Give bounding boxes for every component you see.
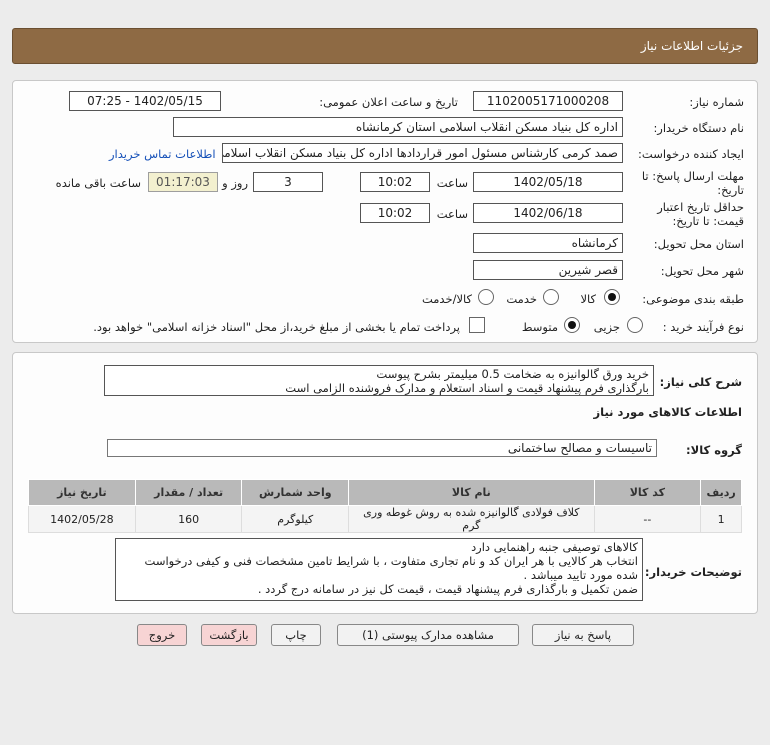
items-table: ردیف کد کالا نام کالا واحد شمارش تعداد /… (28, 479, 742, 533)
remaining-time-field: 01:17:03 (148, 172, 218, 192)
buyer-org-field: اداره کل بنیاد مسکن انقلاب اسلامی استان … (173, 117, 623, 137)
col-name-header: نام کالا (348, 479, 595, 506)
items-heading: اطلاعات کالاهای مورد نیاز (593, 405, 742, 419)
treasury-payment-checkbox[interactable] (469, 317, 485, 333)
buyer-note-line-3: شده مورد تایید میباشد . (523, 568, 638, 582)
validity-time-label: ساعت (436, 207, 468, 221)
goods-group-field: تاسیسات و مصالح ساختمانی (107, 439, 657, 457)
category-service-label: خدمت (506, 292, 537, 306)
category-label: طبقه بندی موضوعی: (642, 292, 744, 306)
buyer-org-label: نام دستگاه خریدار: (653, 121, 744, 135)
summary-line-1: خرید ورق گالوانیزه به ضخامت 0.5 میلیمتر … (376, 367, 649, 381)
process-partial-radio[interactable] (627, 317, 643, 333)
reply-to-need-button[interactable]: پاسخ به نیاز (532, 624, 634, 646)
reply-date-field: 1402/05/18 (473, 172, 623, 192)
need-number-field: 1102005171000208 (473, 91, 623, 111)
col-unit-header: واحد شمارش (241, 479, 350, 506)
col-date-header: تاریخ نیاز (28, 479, 136, 506)
print-button[interactable]: چاپ (271, 624, 321, 646)
remaining-days-field: 3 (253, 172, 323, 192)
validity-date-field: 1402/06/18 (473, 203, 623, 223)
process-partial-label: جزیی (593, 320, 620, 334)
col-quantity-header: تعداد / مقدار (134, 479, 243, 506)
treasury-payment-note: پرداخت تمام یا بخشی از مبلغ خرید،از محل … (93, 320, 460, 334)
buyer-note-line-4: ضمن تکمیل و بارگذاری فرم پیشنهاد قیمت ، … (257, 582, 638, 596)
process-medium-label: متوسط (521, 320, 558, 334)
summary-line-2: بارگذاری فرم پیشنهاد قیمت و اسناد استعلا… (285, 381, 649, 395)
category-goods-radio[interactable] (604, 289, 620, 305)
exit-button[interactable]: خروج (137, 624, 187, 646)
row-number-cell: 1 (700, 505, 742, 533)
province-field: کرمانشاه (473, 233, 623, 253)
item-quantity-cell: 160 (134, 505, 243, 533)
validity-time-field: 10:02 (360, 203, 430, 223)
table-row: 1 -- کلاف فولادی گالوانیزه شده به روش غو… (28, 505, 742, 533)
category-goods-service-label: کالا/خدمت (421, 292, 472, 306)
items-table-header: ردیف کد کالا نام کالا واحد شمارش تعداد /… (28, 479, 742, 506)
page-title: جزئیات اطلاعات نیاز (640, 39, 743, 53)
category-goods-service-radio[interactable] (478, 289, 494, 305)
buyer-notes-label: توضیحات خریدار: (644, 565, 742, 579)
goods-group-label: گروه کالا: (686, 443, 742, 457)
city-field: قصر شیرین (473, 260, 623, 280)
item-unit-cell: کیلوگرم (241, 505, 350, 533)
province-label: استان محل تحویل: (653, 237, 744, 251)
category-goods-label: کالا (580, 292, 596, 306)
creator-label: ایجاد کننده درخواست: (638, 147, 744, 161)
need-number-label: شماره نیاز: (689, 95, 744, 109)
reply-deadline-label: مهلت ارسال پاسخ: تا تاریخ: (641, 169, 744, 197)
page-header: جزئیات اطلاعات نیاز (12, 28, 758, 64)
remaining-time-label: ساعت باقی مانده (55, 176, 141, 190)
reply-time-label: ساعت (436, 176, 468, 190)
col-code-header: کد کالا (593, 479, 702, 506)
buyer-note-line-1: کالاهای توصیفی جنبه راهنمایی دارد (471, 540, 638, 554)
creator-field: صمد کرمی کارشناس مسئول امور قراردادها اد… (222, 143, 623, 163)
reply-time-field: 10:02 (360, 172, 430, 192)
price-validity-label: حداقل تاریخ اعتبار قیمت: تا تاریخ: (657, 200, 744, 228)
announce-date-label: تاریخ و ساعت اعلان عمومی: (319, 95, 458, 109)
summary-description-box: خرید ورق گالوانیزه به ضخامت 0.5 میلیمتر … (104, 365, 654, 396)
contact-info-link[interactable]: اطلاعات تماس خریدار (109, 147, 216, 161)
item-date-cell: 1402/05/28 (28, 505, 136, 533)
category-service-radio[interactable] (543, 289, 559, 305)
col-row-header: ردیف (700, 479, 742, 506)
city-label: شهر محل تحویل: (660, 264, 744, 278)
process-medium-radio[interactable] (564, 317, 580, 333)
item-name-cell: کلاف فولادی گالوانیزه شده به روش غوطه ور… (348, 505, 595, 533)
days-label: روز و (222, 176, 248, 190)
back-button[interactable]: بازگشت (201, 624, 257, 646)
summary-label: شرح کلی نیاز: (659, 375, 742, 389)
announce-date-field: 1402/05/15 - 07:25 (69, 91, 221, 111)
process-label: نوع فرآیند خرید : (662, 320, 744, 334)
item-code-cell: -- (593, 505, 702, 533)
buyer-notes-box: کالاهای توصیفی جنبه راهنمایی دارد انتخاب… (115, 538, 643, 601)
buyer-note-line-2: انتخاب هر کالایی با هر ایران کد و نام تج… (144, 554, 638, 568)
view-attachments-button[interactable]: مشاهده مدارک پیوستی (1) (337, 624, 519, 646)
